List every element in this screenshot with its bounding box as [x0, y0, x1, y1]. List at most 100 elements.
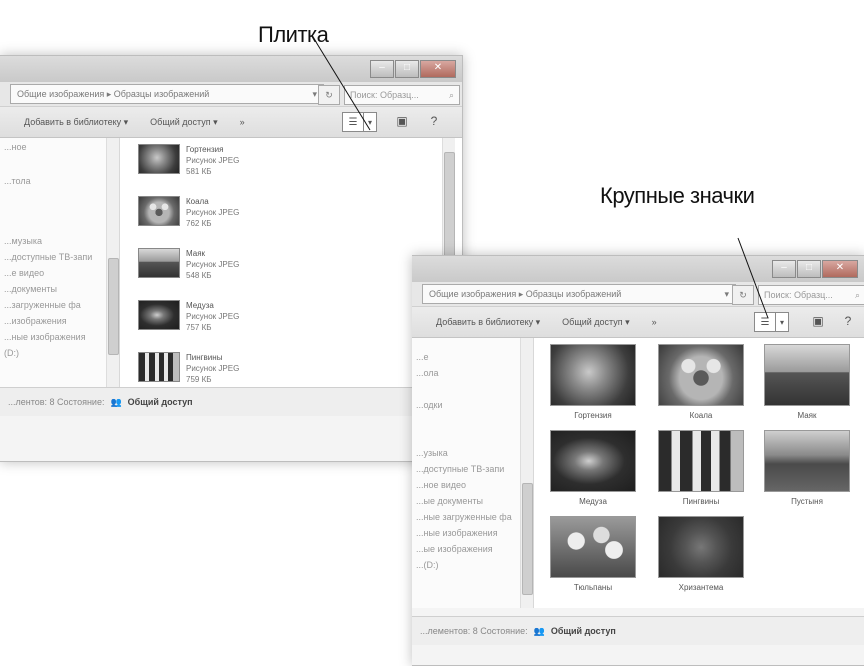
- preview-pane-icon[interactable]: ▣: [394, 113, 410, 129]
- status-prefix: ...лементов: 8 Состояние:: [420, 626, 528, 636]
- nav-item[interactable]: ...музыка: [4, 236, 42, 246]
- change-view-button[interactable]: ☰ ▾: [342, 112, 377, 132]
- nav-item[interactable]: ...доступные ТВ-запи: [4, 252, 92, 262]
- nav-item[interactable]: ...ные загруженные фа: [416, 512, 512, 522]
- nav-item[interactable]: ...одки: [416, 400, 443, 410]
- file-icon-item[interactable]: Пустыня: [764, 430, 850, 506]
- preview-pane-icon[interactable]: ▣: [810, 313, 826, 329]
- nav-item[interactable]: ...ола: [416, 368, 439, 378]
- nav-item[interactable]: ...ное видео: [416, 480, 466, 490]
- file-type: Рисунок JPEG: [186, 260, 240, 269]
- add-to-library-button[interactable]: Добавить в библиотеку ▾: [436, 317, 540, 328]
- file-icon-item[interactable]: Медуза: [550, 430, 636, 506]
- file-icon-item[interactable]: Пингвины: [658, 430, 744, 506]
- address-bar[interactable]: Общие изображения ▸ Образцы изображений …: [10, 84, 324, 104]
- nav-item[interactable]: ...документы: [4, 284, 57, 294]
- penguins-image: [138, 352, 180, 382]
- nav-item[interactable]: ...ные изображения: [4, 332, 86, 342]
- file-size: 762 КБ: [186, 219, 212, 228]
- view-dropdown-arrow-icon[interactable]: ▾: [364, 112, 377, 132]
- nav-item[interactable]: ...изображения: [4, 316, 67, 326]
- file-tile[interactable]: Медуза Рисунок JPEG 757 КБ: [138, 300, 239, 333]
- nav-item[interactable]: ...е: [416, 352, 429, 362]
- view-list-icon[interactable]: ☰: [754, 312, 776, 332]
- refresh-button[interactable]: ↻: [732, 285, 754, 305]
- breadcrumb: Общие изображения ▸ Образцы изображений: [429, 288, 622, 299]
- hydrangea-image: [138, 144, 180, 174]
- file-icon-item[interactable]: Маяк: [764, 344, 850, 420]
- nav-scrollbar[interactable]: [520, 338, 533, 608]
- close-button[interactable]: ✕: [420, 60, 456, 78]
- file-tile[interactable]: Маяк Рисунок JPEG 548 КБ: [138, 248, 239, 281]
- file-icon-item[interactable]: Тюльпаны: [550, 516, 636, 592]
- pane-divider[interactable]: [119, 138, 120, 388]
- koala-image: [138, 196, 180, 226]
- nav-item[interactable]: ...загруженные фа: [4, 300, 81, 310]
- chevron-down-icon[interactable]: ▾: [312, 89, 317, 100]
- nav-item[interactable]: ...узыка: [416, 448, 448, 458]
- more-commands-button[interactable]: »: [240, 117, 245, 127]
- nav-scroll-thumb[interactable]: [522, 483, 533, 595]
- jellyfish-image: [550, 430, 636, 492]
- file-type: Рисунок JPEG: [186, 208, 240, 217]
- share-users-icon: 👥: [110, 396, 122, 407]
- more-commands-button[interactable]: »: [652, 317, 657, 327]
- file-type: Рисунок JPEG: [186, 312, 240, 321]
- nav-item[interactable]: (D:): [4, 348, 19, 358]
- view-list-icon[interactable]: ☰: [342, 112, 364, 132]
- address-row: Общие изображения ▸ Образцы изображений …: [412, 282, 864, 306]
- address-bar[interactable]: Общие изображения ▸ Образцы изображений …: [422, 284, 736, 304]
- command-bar: Добавить в библиотеку ▾ Общий доступ ▾ »…: [412, 306, 864, 338]
- view-dropdown-arrow-icon[interactable]: ▾: [776, 312, 789, 332]
- change-view-button[interactable]: ☰ ▾: [754, 312, 789, 332]
- file-tile[interactable]: Гортензия Рисунок JPEG 581 КБ: [138, 144, 239, 177]
- maximize-button[interactable]: □: [797, 260, 821, 278]
- search-input[interactable]: Поиск: Образц... ⌕: [758, 285, 864, 305]
- file-icon-item[interactable]: Хризантема: [658, 516, 744, 592]
- file-name: Хризантема: [678, 583, 724, 592]
- minimize-button[interactable]: –: [370, 60, 394, 78]
- nav-item[interactable]: ...ые изображения: [416, 544, 493, 554]
- add-to-library-button[interactable]: Добавить в библиотеку ▾: [24, 117, 128, 128]
- content-area: ...ное ...тола ...музыка ...доступные ТВ…: [0, 138, 462, 388]
- callout-tile-label: Плитка: [258, 22, 329, 47]
- file-name: Медуза: [579, 497, 607, 506]
- close-button[interactable]: ✕: [822, 260, 858, 278]
- file-name: Коала: [186, 197, 209, 206]
- share-button[interactable]: Общий доступ ▾: [562, 317, 630, 328]
- nav-item[interactable]: ...е видео: [4, 268, 44, 278]
- navigation-pane: ...е ...ола ...одки ...узыка ...доступны…: [412, 338, 530, 608]
- search-icon: ⌕: [854, 289, 860, 300]
- file-icon-item[interactable]: Коала: [658, 344, 744, 420]
- file-type: Рисунок JPEG: [186, 156, 240, 165]
- nav-item[interactable]: ...ные изображения: [416, 528, 498, 538]
- maximize-button[interactable]: □: [395, 60, 419, 78]
- refresh-button[interactable]: ↻: [318, 85, 340, 105]
- share-button[interactable]: Общий доступ ▾: [150, 117, 218, 128]
- lighthouse-image: [764, 344, 850, 406]
- share-users-icon: 👥: [533, 625, 545, 636]
- nav-item[interactable]: ...тола: [4, 176, 31, 186]
- chevron-down-icon[interactable]: ▾: [724, 289, 729, 300]
- address-row: Общие изображения ▸ Образцы изображений …: [0, 82, 462, 106]
- nav-item[interactable]: ...ые документы: [416, 496, 483, 506]
- nav-item[interactable]: ...доступные ТВ-запи: [416, 464, 504, 474]
- nav-scroll-thumb[interactable]: [108, 258, 119, 355]
- help-icon[interactable]: ?: [840, 313, 856, 329]
- help-icon[interactable]: ?: [426, 113, 442, 129]
- pane-divider[interactable]: [533, 338, 534, 608]
- file-tile[interactable]: Пингвины Рисунок JPEG 759 КБ: [138, 352, 239, 385]
- file-name: Медуза: [186, 301, 214, 310]
- search-input[interactable]: Поиск: Образц... ⌕: [344, 85, 460, 105]
- file-icon-item[interactable]: Гортензия: [550, 344, 636, 420]
- nav-item[interactable]: ...(D:): [416, 560, 439, 570]
- nav-item[interactable]: ...ное: [4, 142, 26, 152]
- minimize-button[interactable]: –: [772, 260, 796, 278]
- content-area: ...е ...ола ...одки ...узыка ...доступны…: [412, 338, 864, 608]
- status-prefix: ...лентов: 8 Состояние:: [8, 397, 105, 407]
- nav-scrollbar[interactable]: [106, 138, 119, 388]
- explorer-window-large-icons: – □ ✕ Общие изображения ▸ Образцы изобра…: [412, 255, 864, 666]
- chrysanthemum-image: [658, 516, 744, 578]
- tulips-image: [550, 516, 636, 578]
- file-tile[interactable]: Коала Рисунок JPEG 762 КБ: [138, 196, 239, 229]
